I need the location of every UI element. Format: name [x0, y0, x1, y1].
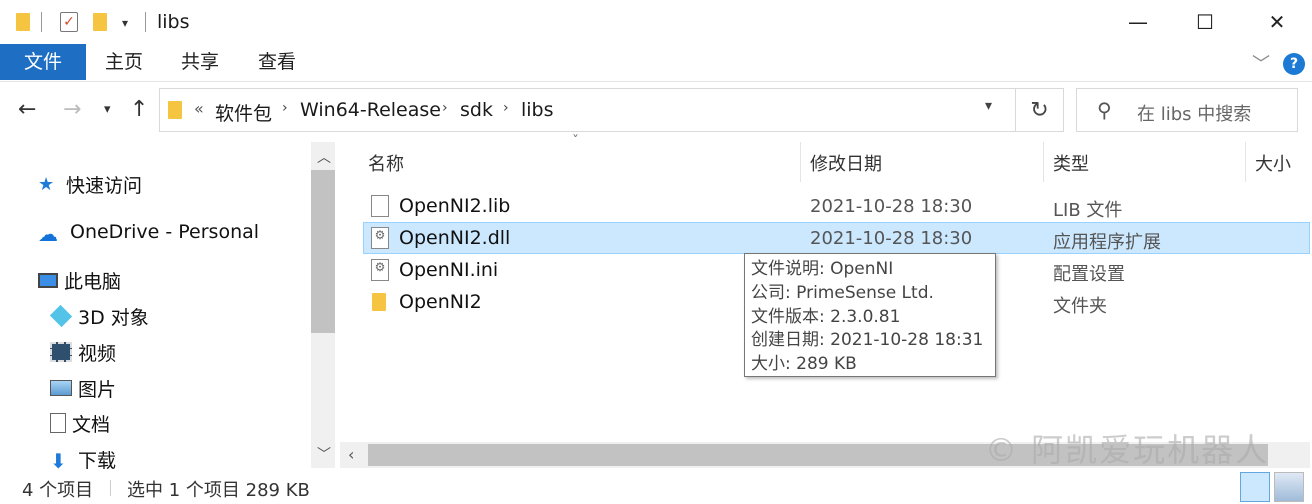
- dll-icon: ⚙: [371, 227, 389, 249]
- tab-file[interactable]: 文件: [0, 44, 86, 80]
- sidebar-item-documents[interactable]: 文档: [50, 410, 110, 436]
- back-arrow-icon[interactable]: ←: [18, 97, 36, 122]
- computer-icon: [38, 272, 58, 288]
- search-icon: ⚲: [1097, 98, 1112, 122]
- column-header-name[interactable]: 名称: [368, 150, 404, 176]
- forward-arrow-icon[interactable]: →: [63, 97, 81, 122]
- cloud-icon: ☁: [38, 222, 58, 246]
- sidebar-item-label: 快速访问: [66, 174, 143, 197]
- status-divider: [110, 480, 111, 496]
- scroll-up-icon[interactable]: ︿: [317, 147, 331, 167]
- file-name: OpenNI2: [399, 291, 482, 313]
- sidebar-item-videos[interactable]: 视频: [50, 339, 116, 365]
- scroll-left-icon[interactable]: ‹: [348, 445, 354, 464]
- column-divider[interactable]: [1245, 142, 1246, 182]
- file-type: 应用程序扩展: [1053, 232, 1161, 253]
- search-input[interactable]: ⚲ 在 libs 中搜索: [1076, 88, 1298, 132]
- file-tooltip: 文件说明: OpenNI 公司: PrimeSense Ltd. 文件版本: 2…: [744, 253, 996, 377]
- recent-locations-icon[interactable]: ▾: [104, 102, 111, 117]
- separator: [145, 12, 146, 32]
- selection-info: 选中 1 个项目 289 KB: [127, 480, 310, 501]
- details-view-icon[interactable]: [1240, 472, 1270, 502]
- column-header-date[interactable]: 修改日期: [810, 150, 882, 176]
- file-name: OpenNI2.lib: [399, 195, 511, 217]
- file-name: OpenNI.ini: [399, 259, 499, 281]
- sort-chevron-icon: ˇ: [572, 134, 579, 150]
- file-type: 文件夹: [1053, 296, 1107, 317]
- file-name: OpenNI2.dll: [399, 227, 511, 249]
- tooltip-company: 公司: PrimeSense Ltd.: [751, 282, 934, 303]
- large-icons-view-icon[interactable]: [1274, 472, 1304, 502]
- tooltip-version: 文件版本: 2.3.0.81: [751, 306, 901, 327]
- search-placeholder: 在 libs 中搜索: [1137, 104, 1252, 125]
- separator: [41, 12, 42, 32]
- cube-icon: [49, 304, 73, 328]
- properties-icon[interactable]: ✓: [60, 12, 78, 32]
- document-icon: [50, 413, 66, 433]
- sidebar-item-label: 此电脑: [64, 270, 122, 293]
- scroll-down-icon[interactable]: ﹀: [317, 444, 331, 464]
- breadcrumb-item[interactable]: Win64-Release: [300, 99, 441, 121]
- folder-icon: [372, 293, 386, 311]
- refresh-button[interactable]: ↻: [1016, 88, 1064, 132]
- file-icon: [371, 195, 389, 217]
- close-button[interactable]: ✕: [1237, 0, 1312, 44]
- column-header-type[interactable]: 类型: [1053, 150, 1089, 176]
- file-type: LIB 文件: [1053, 200, 1123, 221]
- breadcrumb-item[interactable]: sdk: [460, 99, 493, 121]
- file-type: 配置设置: [1053, 264, 1125, 285]
- sidebar-item-pictures[interactable]: 图片: [50, 375, 116, 401]
- sidebar-item-label: 3D 对象: [78, 306, 149, 329]
- ribbon: 文件 主页 共享 查看 ﹀ ?: [0, 44, 1312, 82]
- file-date: 2021-10-28 18:30: [810, 228, 973, 249]
- nav-pane-scroll-thumb[interactable]: [311, 170, 335, 333]
- watermark: © 阿凯爱玩机器人: [985, 431, 1270, 469]
- sidebar-item-quick-access[interactable]: ★ 快速访问: [38, 171, 142, 197]
- up-arrow-icon[interactable]: ↑: [130, 97, 148, 122]
- new-folder-icon[interactable]: [93, 13, 107, 31]
- chevron-right-icon[interactable]: ›: [503, 100, 509, 116]
- sidebar-item-label: 文档: [72, 413, 111, 436]
- sidebar-item-3d-objects[interactable]: 3D 对象: [49, 303, 149, 329]
- overflow-breadcrumb[interactable]: «: [194, 99, 204, 118]
- column-divider[interactable]: [800, 142, 801, 182]
- chevron-right-icon[interactable]: ›: [282, 100, 288, 116]
- breadcrumb-item[interactable]: 软件包: [215, 99, 272, 126]
- chevron-right-icon[interactable]: ›: [442, 100, 448, 116]
- download-icon: ⬇: [50, 449, 67, 473]
- star-icon: ★: [38, 174, 55, 195]
- address-bar[interactable]: « 软件包 › Win64-Release › sdk › libs: [159, 88, 1016, 132]
- settings-file-icon: ⚙: [371, 259, 389, 281]
- tab-share[interactable]: 共享: [172, 44, 228, 80]
- tooltip-created: 创建日期: 2021-10-28 18:31: [751, 330, 984, 351]
- sidebar-item-downloads[interactable]: ⬇ 下载: [50, 446, 117, 473]
- folder-icon: [16, 13, 30, 31]
- tab-home[interactable]: 主页: [96, 44, 152, 80]
- sidebar-item-label: 下载: [78, 449, 117, 472]
- customize-toolbar-icon[interactable]: ▾: [122, 16, 128, 30]
- video-icon: [50, 342, 72, 362]
- tab-view[interactable]: 查看: [249, 44, 305, 80]
- status-bar: 4 个项目 选中 1 个项目 289 KB: [0, 470, 1312, 504]
- file-date: 2021-10-28 18:30: [810, 196, 973, 217]
- sidebar-item-label: 图片: [78, 378, 117, 401]
- maximize-button[interactable]: ☐: [1165, 0, 1245, 44]
- column-divider[interactable]: [1043, 142, 1044, 182]
- item-count: 4 个项目: [22, 480, 94, 501]
- pictures-icon: [50, 380, 72, 396]
- address-dropdown-icon[interactable]: ▾: [985, 98, 992, 114]
- window-title: libs: [157, 11, 190, 33]
- sidebar-item-this-pc[interactable]: 此电脑: [38, 267, 121, 293]
- sidebar-item-label: 视频: [78, 342, 117, 365]
- sidebar-item-label: OneDrive - Personal: [70, 221, 260, 243]
- tooltip-size: 大小: 289 KB: [751, 354, 857, 375]
- sidebar-item-onedrive[interactable]: ☁ OneDrive - Personal: [38, 219, 260, 246]
- expand-ribbon-icon[interactable]: ﹀: [1252, 50, 1270, 76]
- title-bar: ✓ ▾ libs — ☐ ✕: [0, 0, 1312, 44]
- tooltip-description: 文件说明: OpenNI: [751, 259, 894, 279]
- column-header-size[interactable]: 大小: [1255, 150, 1291, 176]
- breadcrumb-item[interactable]: libs: [521, 99, 554, 121]
- folder-icon: [168, 101, 182, 119]
- help-icon[interactable]: ?: [1283, 53, 1305, 75]
